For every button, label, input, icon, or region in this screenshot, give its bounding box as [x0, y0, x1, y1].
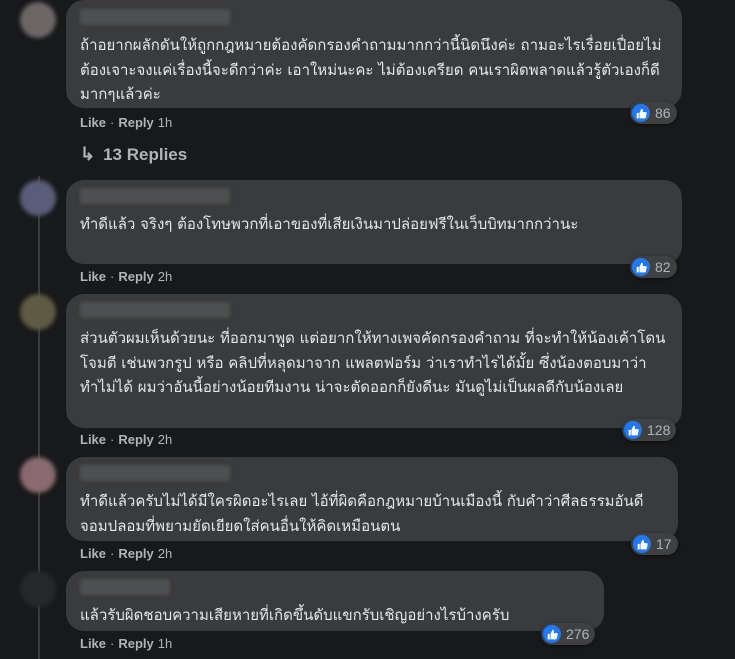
avatar[interactable]: [20, 571, 56, 607]
avatar[interactable]: [20, 294, 56, 330]
reaction-count[interactable]: 17: [631, 533, 678, 555]
like-button[interactable]: Like: [80, 115, 106, 130]
reaction-number: 86: [655, 105, 671, 121]
commenter-name[interactable]: [80, 465, 230, 481]
comment-actions: Like · Reply 1h: [80, 636, 173, 651]
reaction-count[interactable]: 128: [622, 419, 677, 441]
commenter-name[interactable]: [80, 302, 230, 318]
thumbs-up-icon: [633, 535, 651, 553]
avatar[interactable]: [20, 180, 56, 216]
avatar[interactable]: [20, 457, 56, 493]
reply-button[interactable]: Reply: [118, 546, 153, 561]
comment-actions: Like · Reply 2h: [80, 546, 173, 561]
reply-button[interactable]: Reply: [118, 636, 153, 651]
comment-text: ส่วนตัวผมเห็นด้วยนะ ที่ออกมาพูด แต่อยากใ…: [80, 329, 666, 396]
comment-bubble: แล้วรับผิดชอบความเสียหายที่เกิดขึ้นดับแข…: [66, 571, 604, 631]
comment-text: แล้วรับผิดชอบความเสียหายที่เกิดขึ้นดับแข…: [80, 606, 510, 624]
comment-bubble: ถ้าอยากผลักดันให้ถูกกฎหมายต้องคัดกรองคำถ…: [66, 0, 682, 108]
comment-text: ทำดีแล้ว จริงๆ ต้องโทษพวกที่เอาของที่เสี…: [80, 215, 579, 233]
thumbs-up-icon: [543, 625, 561, 643]
like-button[interactable]: Like: [80, 636, 106, 651]
reply-button[interactable]: Reply: [118, 269, 153, 284]
comment-actions: Like · Reply 2h: [80, 269, 173, 284]
reply-button[interactable]: Reply: [118, 115, 153, 130]
comment-actions: Like · Reply 2h: [80, 432, 173, 447]
timestamp[interactable]: 2h: [158, 546, 172, 561]
timestamp[interactable]: 2h: [158, 432, 172, 447]
reaction-number: 276: [566, 626, 590, 642]
replies-label: 13 Replies: [103, 144, 188, 164]
reaction-number: 128: [647, 422, 671, 438]
comment-text: ถ้าอยากผลักดันให้ถูกกฎหมายต้องคัดกรองคำถ…: [80, 36, 662, 103]
comment-actions: Like · Reply 1h: [80, 115, 173, 130]
comment-bubble: ทำดีแล้ว จริงๆ ต้องโทษพวกที่เอาของที่เสี…: [66, 180, 682, 264]
reaction-number: 82: [655, 259, 671, 275]
thumbs-up-icon: [632, 258, 650, 276]
view-replies-link[interactable]: ↳ 13 Replies: [80, 144, 187, 165]
reaction-count[interactable]: 82: [630, 256, 677, 278]
avatar[interactable]: [20, 2, 56, 38]
thumbs-up-icon: [632, 104, 650, 122]
thumbs-up-icon: [624, 421, 642, 439]
commenter-name[interactable]: [80, 9, 230, 25]
reaction-number: 17: [656, 536, 672, 552]
timestamp[interactable]: 1h: [158, 636, 172, 651]
timestamp[interactable]: 2h: [158, 269, 172, 284]
reply-arrow-icon: ↳: [80, 144, 96, 164]
like-button[interactable]: Like: [80, 546, 106, 561]
reply-button[interactable]: Reply: [118, 432, 153, 447]
reaction-count[interactable]: 276: [541, 623, 596, 645]
like-button[interactable]: Like: [80, 432, 106, 447]
timestamp[interactable]: 1h: [158, 115, 172, 130]
comment-thread: ถ้าอยากผลักดันให้ถูกกฎหมายต้องคัดกรองคำถ…: [0, 0, 735, 659]
like-button[interactable]: Like: [80, 269, 106, 284]
comment-text: ทำดีแล้วครับไม่ได้มีใครผิดอะไรเลย ไอ้ที่…: [80, 492, 644, 535]
reaction-count[interactable]: 86: [630, 102, 677, 124]
commenter-name[interactable]: [80, 579, 170, 595]
comment-bubble: ส่วนตัวผมเห็นด้วยนะ ที่ออกมาพูด แต่อยากใ…: [66, 294, 682, 428]
comment-bubble: ทำดีแล้วครับไม่ได้มีใครผิดอะไรเลย ไอ้ที่…: [66, 457, 678, 541]
commenter-name[interactable]: [80, 188, 230, 204]
